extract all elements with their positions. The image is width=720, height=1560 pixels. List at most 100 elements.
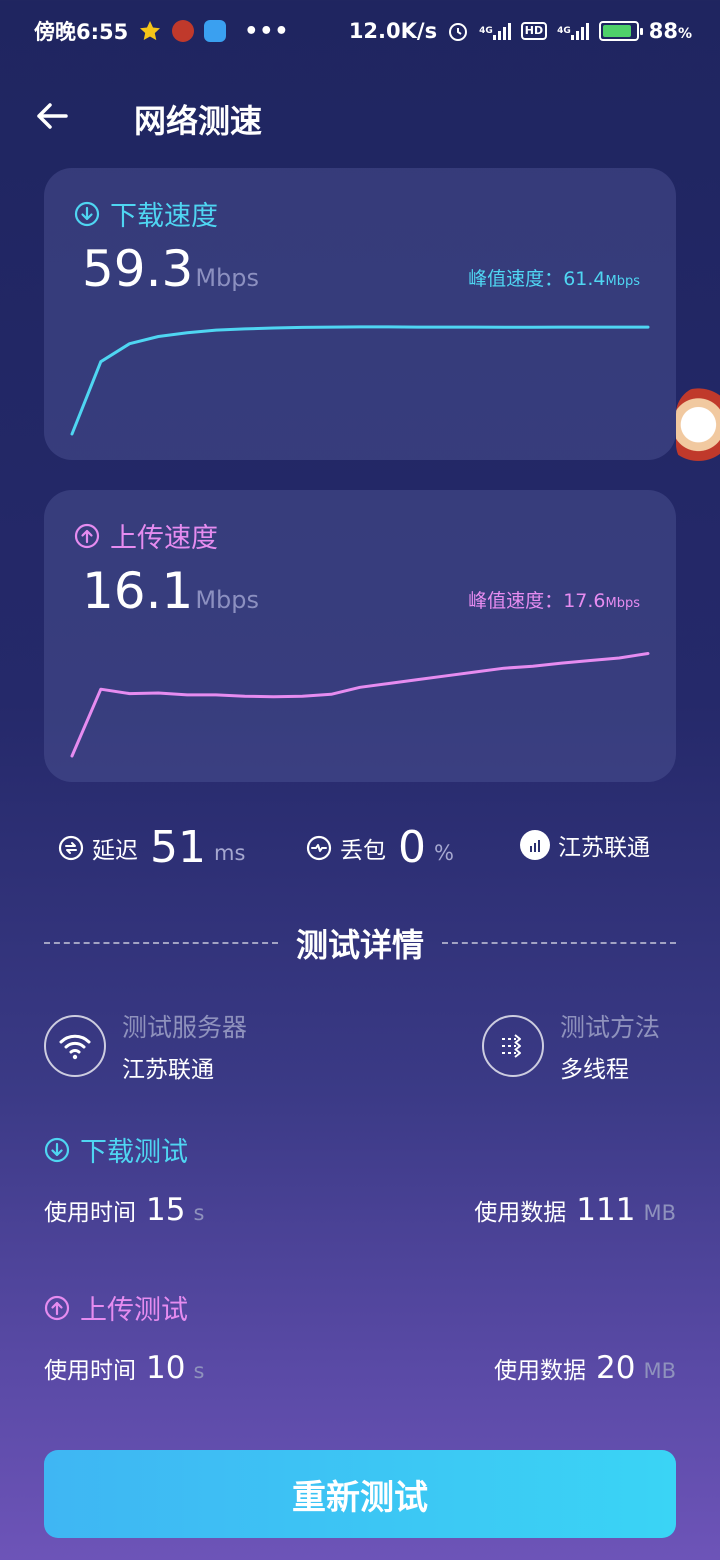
upload-peak: 峰值速度：17.6Mbps: [468, 586, 640, 613]
upload-test-row: 使用时间 10 s 使用数据 20 MB: [44, 1350, 676, 1386]
upload-peak-value: 17.6: [563, 590, 606, 612]
signal-icon: 4G: [479, 22, 511, 40]
status-bar: 傍晚6:55 ••• 12.0K/s 4G HD 4G 88%: [0, 0, 720, 62]
download-card-header: 下载速度: [74, 194, 218, 233]
download-time-label: 使用时间: [44, 1200, 136, 1226]
download-test-title: 下载测试: [44, 1130, 188, 1169]
network-speed: 12.0K/s: [348, 19, 438, 43]
upload-time-label: 使用时间: [44, 1358, 136, 1384]
upload-peak-unit: Mbps: [605, 596, 641, 611]
packet-loss-metric: 丢包 0 %: [306, 822, 454, 873]
back-button[interactable]: [34, 98, 70, 134]
isp-signal-icon: [520, 830, 550, 860]
latency-icon: [58, 835, 84, 860]
download-time-unit: s: [193, 1201, 205, 1225]
battery-level: 88%: [649, 19, 692, 43]
download-peak-value: 61.4: [563, 268, 606, 290]
details-section-title: 测试详情: [296, 926, 425, 964]
upload-speed-value: 16.1Mbps: [82, 562, 259, 620]
upload-test-icon: [44, 1295, 70, 1320]
multithread-icon: [482, 1015, 544, 1077]
wifi-icon: [44, 1015, 106, 1077]
download-speed-chart: [70, 325, 650, 436]
status-time: 傍晚6:55: [34, 20, 129, 44]
server-value: 江苏联通: [122, 1057, 214, 1083]
method-label: 测试方法: [560, 1013, 661, 1042]
download-speed-unit: Mbps: [195, 264, 260, 292]
upload-speed-card: 上传速度 16.1Mbps 峰值速度：17.6Mbps: [44, 490, 676, 782]
latency-value: 51: [150, 822, 206, 873]
server-label: 测试服务器: [122, 1013, 248, 1042]
test-method-info: 测试方法 多线程: [482, 1008, 660, 1084]
download-speed-number: 59.3: [82, 240, 194, 298]
upload-speed-chart: [70, 652, 650, 758]
network-type-label-2: 4G: [557, 25, 571, 36]
upload-data-unit: MB: [643, 1359, 676, 1383]
upload-peak-label: 峰值速度：: [468, 590, 564, 612]
divider-line-right: [442, 942, 677, 944]
upload-time-value: 10: [146, 1350, 186, 1386]
packet-loss-label: 丢包: [340, 837, 386, 864]
app-notification-icon: [172, 20, 195, 42]
upload-icon: [74, 523, 100, 548]
upload-speed-number: 16.1: [82, 562, 194, 620]
upload-card-header: 上传速度: [74, 516, 218, 555]
upload-time-unit: s: [193, 1359, 205, 1383]
isp-metric: 江苏联通: [520, 828, 650, 862]
method-value: 多线程: [560, 1057, 629, 1083]
floating-assistant-button[interactable]: [676, 386, 720, 472]
packet-loss-unit: %: [434, 840, 454, 865]
more-notifications-icon: •••: [244, 18, 290, 44]
download-test-icon: [44, 1137, 70, 1162]
upload-speed-unit: Mbps: [195, 586, 260, 614]
signal-icon-2: 4G: [557, 22, 589, 40]
upload-data-value: 20: [596, 1350, 636, 1386]
upload-data-label: 使用数据: [494, 1358, 587, 1384]
isp-name: 江苏联通: [558, 835, 650, 861]
upload-series-line: [70, 652, 650, 758]
back-arrow-icon: [37, 103, 68, 129]
download-peak-unit: Mbps: [605, 274, 641, 289]
download-peak-label: 峰值速度：: [468, 268, 564, 290]
latency-unit: ms: [214, 840, 246, 865]
upload-card-title: 上传速度: [110, 523, 218, 554]
battery-icon: [598, 21, 643, 41]
method-text: 测试方法 多线程: [560, 1008, 660, 1084]
download-data-label: 使用数据: [474, 1200, 567, 1226]
percent-sign: %: [677, 26, 692, 42]
page-title: 网络测速: [134, 102, 263, 140]
app-header: 网络测速: [0, 84, 720, 148]
download-card-title: 下载速度: [110, 201, 218, 232]
retest-button[interactable]: 重新测试: [44, 1450, 676, 1538]
alarm-icon: [447, 20, 469, 42]
status-left: 傍晚6:55 •••: [34, 16, 289, 46]
status-right: 12.0K/s 4G HD 4G 88%: [349, 19, 692, 43]
download-data-value: 111: [576, 1192, 636, 1228]
packet-loss-value: 0: [398, 822, 426, 873]
upload-data-group: 使用数据 20 MB: [494, 1350, 676, 1386]
upload-test-label: 上传测试: [80, 1295, 188, 1326]
download-test-label: 下载测试: [80, 1137, 188, 1168]
latency-label: 延迟: [92, 837, 138, 864]
download-peak: 峰值速度：61.4Mbps: [468, 264, 640, 291]
test-server-info: 测试服务器 江苏联通: [44, 1008, 247, 1084]
app-notification-icon-2: [204, 20, 227, 42]
metrics-row: 延迟 51 ms 丢包 0 % 江苏联通: [58, 822, 678, 882]
star-icon: [138, 19, 162, 43]
network-type-label: 4G: [479, 25, 493, 36]
latency-metric: 延迟 51 ms: [58, 822, 245, 873]
download-data-group: 使用数据 111 MB: [474, 1192, 676, 1228]
upload-test-title: 上传测试: [44, 1288, 188, 1327]
battery-percent: 88: [648, 19, 678, 43]
download-speed-value: 59.3Mbps: [82, 240, 259, 298]
details-divider: 测试详情: [44, 918, 677, 968]
download-icon: [74, 201, 100, 226]
download-time-value: 15: [146, 1192, 186, 1228]
packet-loss-icon: [306, 835, 332, 860]
download-data-unit: MB: [643, 1201, 676, 1225]
download-series-line: [70, 325, 650, 436]
download-speed-card: 下载速度 59.3Mbps 峰值速度：61.4Mbps: [44, 168, 676, 460]
download-test-row: 使用时间 15 s 使用数据 111 MB: [44, 1192, 676, 1228]
hd-voice-badge: HD: [520, 22, 548, 40]
divider-line-left: [44, 942, 278, 944]
